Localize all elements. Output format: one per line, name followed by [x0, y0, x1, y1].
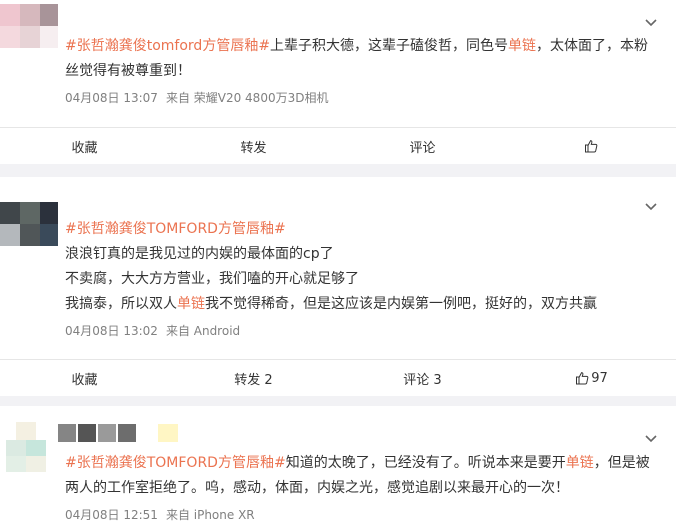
favorite-button[interactable]: 收藏 [0, 360, 169, 396]
post-text: #张哲瀚龚俊TOMFORD方管唇釉# 浪浪钉真的是我见过的内娱的最体面的cp了 … [65, 217, 646, 317]
username-redacted[interactable] [58, 424, 178, 442]
post-time[interactable]: 04月08日 13:07 [65, 91, 158, 105]
post-text: #张哲瀚龚俊tomford方管唇釉#上辈子积大德，这辈子磕俊哲，同色号单链，太体… [65, 34, 649, 84]
topic-link[interactable]: #张哲瀚龚俊TOMFORD方管唇釉# [65, 221, 286, 237]
post-card-3: #张哲瀚龚俊TOMFORD方管唇釉#知道的太晚了，已经没有了。听说本来是要开单链… [0, 406, 676, 526]
avatar[interactable] [0, 4, 58, 48]
chevron-down-icon[interactable] [644, 15, 658, 29]
post-card-2: #张哲瀚龚俊TOMFORD方管唇釉# 浪浪钉真的是我见过的内娱的最体面的cp了 … [0, 177, 676, 396]
text-line: 浪浪钉真的是我见过的内娱的最体面的cp了 [65, 246, 334, 262]
post-meta: 04月08日 13:07 来自 荣耀V20 4800万3D相机 [65, 89, 328, 106]
text-line: 我搞泰，所以双人单链我不觉得稀奇，但是这应该是内娱第一例吧，挺好的，双方共赢 [65, 296, 597, 312]
thumbs-up-icon [584, 140, 597, 153]
action-bar: 收藏 转发 评论 [0, 128, 676, 164]
text-line: 丝觉得有被尊重到！ [65, 63, 191, 79]
keyword-highlight[interactable]: 单链 [177, 296, 205, 312]
text-line: #张哲瀚龚俊TOMFORD方管唇釉#知道的太晚了，已经没有了。听说本来是要开单链… [65, 455, 650, 471]
post-time[interactable]: 04月08日 12:51 [65, 508, 158, 522]
comment-button[interactable]: 评论 3 [338, 360, 507, 396]
comment-button[interactable]: 评论 [338, 128, 507, 164]
post-text: #张哲瀚龚俊TOMFORD方管唇釉#知道的太晚了，已经没有了。听说本来是要开单链… [65, 451, 650, 501]
avatar[interactable] [0, 202, 58, 246]
keyword-highlight[interactable]: 单链 [566, 455, 594, 471]
post-source: 来自 Android [165, 324, 241, 338]
thumbs-up-icon [576, 372, 589, 385]
like-button[interactable]: 97 [507, 360, 676, 396]
post-time[interactable]: 04月08日 13:02 [65, 324, 158, 338]
post-card-1: #张哲瀚龚俊tomford方管唇釉#上辈子积大德，这辈子磕俊哲，同色号单链，太体… [0, 0, 676, 164]
topic-link[interactable]: #张哲瀚龚俊TOMFORD方管唇釉# [65, 455, 286, 471]
post-meta: 04月08日 12:51 来自 iPhone XR [65, 506, 255, 523]
like-button[interactable] [507, 128, 676, 164]
chevron-down-icon[interactable] [644, 431, 658, 445]
text-line: #张哲瀚龚俊tomford方管唇釉#上辈子积大德，这辈子磕俊哲，同色号单链，太体… [65, 38, 649, 54]
post-source: 来自 荣耀V20 4800万3D相机 [165, 91, 329, 105]
text-line: 不卖腐，大大方方营业，我们嗑的开心就足够了 [65, 271, 359, 287]
topic-link[interactable]: #张哲瀚龚俊tomford方管唇釉# [65, 38, 270, 54]
chevron-down-icon[interactable] [644, 199, 658, 213]
repost-button[interactable]: 转发 2 [169, 360, 338, 396]
text-line: #张哲瀚龚俊TOMFORD方管唇釉# [65, 217, 646, 242]
favorite-button[interactable]: 收藏 [0, 128, 169, 164]
post-meta: 04月08日 13:02 来自 Android [65, 322, 240, 339]
like-count: 97 [591, 370, 608, 386]
weibo-comment-feed: #张哲瀚龚俊tomford方管唇釉#上辈子积大德，这辈子磕俊哲，同色号单链，太体… [0, 0, 676, 526]
repost-button[interactable]: 转发 [169, 128, 338, 164]
action-bar: 收藏 转发 2 评论 3 97 [0, 360, 676, 396]
avatar[interactable] [6, 422, 54, 472]
text-line: 两人的工作室拒绝了。呜，感动，体面，内娱之光，感觉追剧以来最开心的一次！ [65, 480, 569, 496]
keyword-highlight[interactable]: 单链 [508, 38, 536, 54]
post-source: 来自 iPhone XR [165, 508, 255, 522]
